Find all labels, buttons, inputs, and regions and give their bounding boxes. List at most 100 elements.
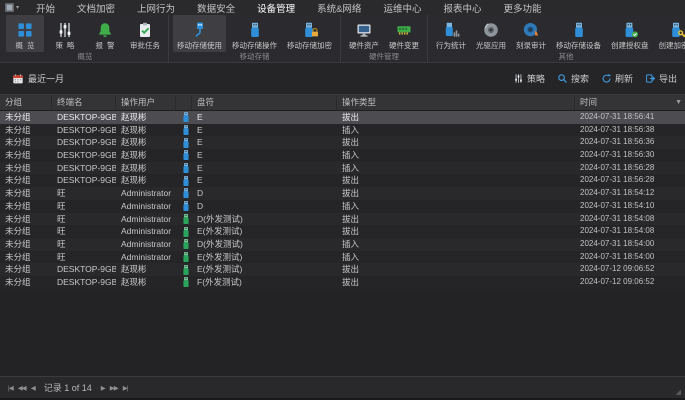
menu-tab-0[interactable]: 开始 <box>25 0 66 16</box>
cell-drive: D <box>192 200 337 213</box>
column-header-0[interactable]: 分组 <box>0 95 52 110</box>
clipboard-check-icon <box>136 21 154 39</box>
ribbon-button-3-3[interactable]: 移动存储设备 <box>552 15 605 52</box>
nav-last-button[interactable]: ▶| <box>123 384 128 392</box>
ribbon-button-3-2[interactable]: 刻录审计 <box>512 15 550 52</box>
menu-tab-3[interactable]: 数据安全 <box>186 0 246 16</box>
table-row[interactable]: 未分组旺AdministratorE(外发测试)插入2024-07-31 18:… <box>0 251 685 264</box>
cell-group: 未分组 <box>0 136 52 149</box>
ribbon-button-label: 刻录审计 <box>516 40 546 51</box>
menu-tab-1[interactable]: 文档加密 <box>66 0 126 16</box>
nav-first-button[interactable]: |◀ <box>8 384 13 392</box>
column-header-label: 操作用户 <box>121 95 155 110</box>
column-header-3[interactable] <box>176 95 192 110</box>
ribbon-button-1-0[interactable]: 移动存储使用 <box>173 15 226 52</box>
cell-user: 赵现彬 <box>116 162 176 175</box>
table-row[interactable]: 未分组DESKTOP-9GBNAB0赵现彬E插入2024-07-31 18:56… <box>0 162 685 175</box>
ribbon-button-0-1[interactable]: 策略 <box>46 15 84 52</box>
ribbon-button-3-0[interactable]: 行为统计 <box>432 15 470 52</box>
nav-prev-button[interactable]: ◀ <box>31 384 35 392</box>
nav-next-page-button[interactable]: ▶▶ <box>110 384 118 392</box>
disc-gray-icon <box>482 21 500 39</box>
ribbon-button-label: 审批任务 <box>130 40 160 51</box>
cell-user: 赵现彬 <box>116 149 176 162</box>
column-header-label: 盘符 <box>197 95 214 110</box>
menu-tab-7[interactable]: 报表中心 <box>432 0 492 16</box>
column-header-2[interactable]: 操作用户 <box>116 95 176 110</box>
cell-user: 赵现彬 <box>116 263 176 276</box>
nav-next-button[interactable]: ▶ <box>101 384 105 392</box>
cell-time: 2024-07-31 18:56:28 <box>575 162 685 175</box>
table-row[interactable]: 未分组旺AdministratorE(外发测试)拔出2024-07-31 18:… <box>0 225 685 238</box>
memory-chip-icon <box>395 21 413 39</box>
toolbar-policy-button[interactable]: 策略 <box>513 72 545 85</box>
usb-device-icon <box>176 137 192 149</box>
table-row[interactable]: 未分组DESKTOP-9GBNAB0赵现彬E插入2024-07-31 18:56… <box>0 149 685 162</box>
usb-stick-icon <box>246 21 264 39</box>
table-row[interactable]: 未分组旺AdministratorD(外发测试)拔出2024-07-31 18:… <box>0 213 685 226</box>
ribbon-button-0-2[interactable]: 报警 <box>86 15 124 52</box>
ribbon-button-0-3[interactable]: 审批任务 <box>126 15 164 52</box>
nav-prev-page-button[interactable]: ◀◀ <box>18 384 26 392</box>
cell-drive: E(外发测试) <box>192 225 337 238</box>
usb-device-icon <box>176 226 192 238</box>
menu-tabs: 开始文档加密上网行为数据安全设备管理系统&网络运维中心报表中心更多功能 <box>25 0 552 16</box>
ribbon-button-1-2[interactable]: 移动存储加密 <box>283 15 336 52</box>
ribbon-group-3: 行为统计光驱应用刻录审计移动存储设备创建授权盘创建加密盘其他 <box>428 15 685 62</box>
toolbar-search-button[interactable]: 搜索 <box>557 72 589 85</box>
resize-grip-icon[interactable]: ◢ <box>676 388 682 396</box>
date-range-filter[interactable]: 最近一月 <box>12 72 64 85</box>
cell-user: 赵现彬 <box>116 124 176 137</box>
cell-action: 拔出 <box>337 276 575 289</box>
table-row[interactable]: 未分组DESKTOP-9GBNAB0赵现彬E拔出2024-07-31 18:56… <box>0 136 685 149</box>
toolbar-export-button[interactable]: 导出 <box>645 72 677 85</box>
cell-drive: D <box>192 187 337 200</box>
app-icon[interactable] <box>4 2 15 13</box>
device-management-window: ▾ 开始文档加密上网行为数据安全设备管理系统&网络运维中心报表中心更多功能 概览… <box>0 0 685 400</box>
menu-tab-2[interactable]: 上网行为 <box>126 0 186 16</box>
table-row[interactable]: 未分组DESKTOP-9GBNAB0赵现彬E(外发测试)拔出2024-07-12… <box>0 263 685 276</box>
column-header-4[interactable]: 盘符 <box>192 95 337 110</box>
filter-actions: 策略搜索刷新 导出 <box>513 72 677 85</box>
grid-icon <box>16 21 34 39</box>
ribbon-button-2-0[interactable]: 硬件资产 <box>345 15 383 52</box>
toolbar-refresh-button[interactable]: 刷新 <box>601 72 633 85</box>
ribbon-button-1-1[interactable]: 移动存储操作 <box>228 15 281 52</box>
menu-tab-4[interactable]: 设备管理 <box>246 0 306 16</box>
ribbon-button-3-1[interactable]: 光驱应用 <box>472 15 510 52</box>
menu-tab-6[interactable]: 运维中心 <box>372 0 432 16</box>
sliders-icon <box>513 73 524 84</box>
table-row[interactable]: 未分组DESKTOP-9GBNAB0赵现彬F(外发测试)拔出2024-07-12… <box>0 276 685 289</box>
ribbon-button-2-1[interactable]: 硬件变更 <box>385 15 423 52</box>
app-menu-caret-icon[interactable]: ▾ <box>16 4 19 11</box>
menu-tab-8[interactable]: 更多功能 <box>492 0 552 16</box>
sort-filter-arrow-icon[interactable]: ▼ <box>675 95 682 110</box>
cell-action: 插入 <box>337 149 575 162</box>
table-row[interactable]: 未分组DESKTOP-9GBNAB0赵现彬E拔出2024-07-31 18:56… <box>0 174 685 187</box>
cell-drive: E <box>192 136 337 149</box>
cell-time: 2024-07-12 09:06:52 <box>575 263 685 276</box>
cell-time: 2024-07-31 18:54:12 <box>575 187 685 200</box>
cell-terminal: DESKTOP-9GBNAB0 <box>52 276 116 289</box>
cell-group: 未分组 <box>0 187 52 200</box>
ribbon-button-0-0[interactable]: 概览 <box>6 15 44 52</box>
usb-device-icon <box>176 200 192 212</box>
menu-tab-5[interactable]: 系统&网络 <box>306 0 372 16</box>
table-row[interactable]: 未分组DESKTOP-9GBNAB0赵现彬E插入2024-07-31 18:56… <box>0 124 685 137</box>
cell-time: 2024-07-31 18:56:28 <box>575 174 685 187</box>
cell-time: 2024-07-31 18:56:41 <box>575 111 685 124</box>
ribbon-button-3-5[interactable]: 创建加密盘 <box>655 15 685 52</box>
table-row[interactable]: 未分组旺AdministratorD(外发测试)插入2024-07-31 18:… <box>0 238 685 251</box>
search-icon <box>557 73 568 84</box>
toolbar-button-label: 导出 <box>659 72 677 85</box>
column-header-6[interactable]: 时间▼ <box>575 95 685 110</box>
column-header-5[interactable]: 操作类型 <box>337 95 575 110</box>
table-row[interactable]: 未分组旺AdministratorD拔出2024-07-31 18:54:12 <box>0 187 685 200</box>
table-row[interactable]: 未分组旺AdministratorD插入2024-07-31 18:54:10 <box>0 200 685 213</box>
cell-time: 2024-07-31 18:54:00 <box>575 251 685 264</box>
cell-group: 未分组 <box>0 111 52 124</box>
ribbon-button-3-4[interactable]: 创建授权盘 <box>607 15 653 52</box>
column-header-1[interactable]: 终端名 <box>52 95 116 110</box>
sliders-icon <box>56 21 74 39</box>
table-row[interactable]: 未分组DESKTOP-9GBNAB0赵现彬E拔出2024-07-31 18:56… <box>0 111 685 124</box>
